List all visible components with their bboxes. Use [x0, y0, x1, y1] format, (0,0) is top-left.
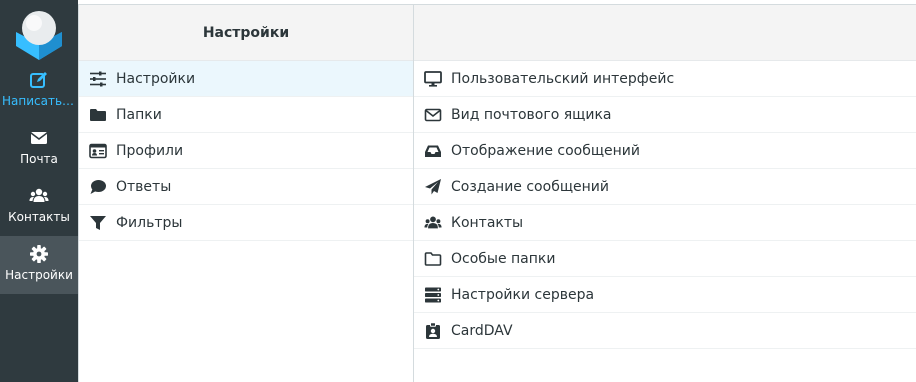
section-item-label: Ответы: [116, 178, 172, 195]
pref-item-label: Отображение сообщений: [451, 142, 640, 159]
rail-compose[interactable]: Написать сообщение: [0, 62, 78, 120]
rail-mail[interactable]: Почта: [0, 120, 78, 178]
rail-compose-label: Написать сообщение: [2, 94, 78, 108]
pref-item-ui[interactable]: Пользовательский интерфейс: [414, 61, 916, 97]
pref-item-composing-messages[interactable]: Создание сообщений: [414, 169, 916, 205]
pencil-square-icon: [30, 72, 47, 88]
preferences-header: [414, 4, 916, 61]
gear-icon: [30, 245, 48, 263]
rail-contacts-label: Контакты: [8, 210, 70, 224]
pref-item-label: Создание сообщений: [451, 178, 609, 195]
pref-item-contacts[interactable]: Контакты: [414, 205, 916, 241]
monitor-icon: [424, 70, 442, 87]
pref-item-carddav[interactable]: CardDAV: [414, 313, 916, 349]
users-icon: [29, 188, 49, 202]
page-title: Настройки: [202, 24, 290, 41]
settings-sections-header: Настройки: [79, 4, 413, 61]
pref-item-label: Пользовательский интерфейс: [451, 70, 675, 87]
left-rail: Написать сообщение Почта Контакты: [0, 0, 78, 382]
pref-item-server-settings[interactable]: Настройки сервера: [414, 277, 916, 313]
rail-contacts[interactable]: Контакты: [0, 178, 78, 236]
speech-bubble-icon: [90, 179, 106, 194]
pref-item-displaying-messages[interactable]: Отображение сообщений: [414, 133, 916, 169]
pref-item-label: CardDAV: [451, 322, 513, 339]
section-item-folders[interactable]: Папки: [79, 97, 413, 133]
pref-item-special-folders[interactable]: Особые папки: [414, 241, 916, 277]
pref-item-label: Вид почтового ящика: [451, 106, 612, 123]
app-window: Написать сообщение Почта Контакты: [0, 0, 916, 382]
envelope-outline-icon: [424, 108, 442, 121]
pref-item-label: Контакты: [451, 214, 524, 231]
section-item-label: Настройки: [116, 70, 196, 87]
section-item-identities[interactable]: Профили: [79, 133, 413, 169]
section-item-label: Профили: [116, 142, 184, 159]
paper-plane-icon: [425, 178, 441, 194]
rail-settings-label: Настройки: [5, 268, 73, 282]
folder-outline-icon: [424, 251, 442, 266]
section-item-label: Фильтры: [116, 214, 183, 231]
preferences-panel: Пользовательский интерфейс Вид почтового…: [414, 4, 916, 382]
inbox-tray-icon: [425, 145, 441, 157]
filter-icon: [90, 215, 106, 230]
section-item-responses[interactable]: Ответы: [79, 169, 413, 205]
pref-item-label: Настройки сервера: [451, 286, 595, 303]
pref-item-mailbox-view[interactable]: Вид почтового ящика: [414, 97, 916, 133]
sliders-icon: [90, 71, 106, 86]
id-card-icon: [89, 143, 107, 158]
section-item-label: Папки: [116, 106, 162, 123]
rail-mail-label: Почта: [20, 152, 58, 166]
users-icon: [424, 216, 442, 228]
folder-icon: [90, 108, 106, 121]
envelope-icon: [30, 132, 48, 144]
settings-sections-panel: Настройки Настройки Папки Профили Ответы…: [78, 4, 414, 382]
section-item-filters[interactable]: Фильтры: [79, 205, 413, 241]
server-icon: [425, 287, 441, 302]
id-badge-icon: [426, 321, 440, 339]
section-item-settings[interactable]: Настройки: [79, 61, 413, 97]
rail-settings[interactable]: Настройки: [0, 236, 78, 294]
roundcube-logo: [16, 11, 62, 60]
pref-item-label: Особые папки: [451, 250, 556, 267]
